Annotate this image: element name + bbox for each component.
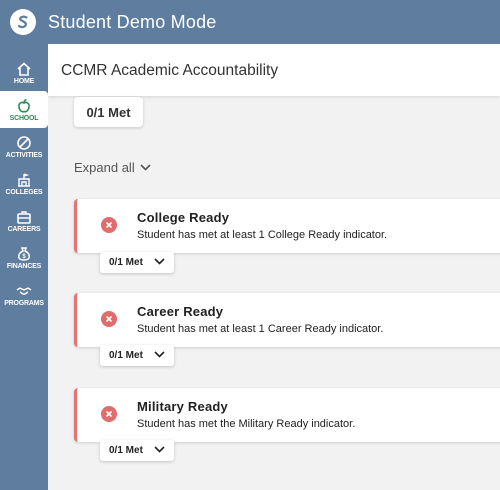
sidebar: HOME SCHOOL ACTIVITIES COLLEGES CAREERS … [0, 44, 48, 490]
sidebar-item-careers[interactable]: CAREERS [0, 202, 48, 239]
sidebar-item-label: COLLEGES [5, 188, 43, 196]
indicator-card-military-ready[interactable]: Military Ready Student has met the Milit… [74, 388, 500, 442]
apple-icon [18, 98, 30, 113]
app-title: Student Demo Mode [48, 11, 217, 32]
indicator-title: College Ready [137, 210, 230, 225]
expand-all-button[interactable]: Expand all [74, 160, 151, 175]
chevron-down-icon [154, 258, 165, 265]
not-met-icon [101, 406, 117, 422]
sidebar-item-label: CAREERS [7, 225, 41, 233]
indicator-card-career-ready[interactable]: Career Ready Student has met at least 1 … [74, 293, 500, 347]
not-met-icon [101, 217, 117, 233]
expand-all-label: Expand all [74, 160, 135, 175]
indicator-description: Student has met at least 1 Career Ready … [137, 323, 384, 335]
sidebar-item-label: FINANCES [6, 262, 42, 270]
met-count: 0/1 Met [109, 445, 143, 456]
indicator-met-dropdown[interactable]: 0/1 Met [100, 252, 174, 273]
indicator-description: Student has met the Military Ready indic… [137, 418, 356, 430]
app-logo-icon[interactable] [10, 9, 36, 35]
sidebar-item-label: HOME [13, 77, 35, 85]
colleges-icon [18, 172, 30, 187]
indicator-title: Career Ready [137, 304, 224, 319]
top-bar: Student Demo Mode [0, 0, 500, 44]
sidebar-item-label: PROGRAMS [4, 299, 44, 307]
indicator-description: Student has met at least 1 College Ready… [137, 229, 388, 241]
indicator-title: Military Ready [137, 399, 228, 414]
sidebar-item-home[interactable]: HOME [0, 54, 48, 91]
sidebar-item-finances[interactable]: $ FINANCES [0, 239, 48, 276]
sidebar-item-colleges[interactable]: COLLEGES [0, 165, 48, 202]
handshake-icon [16, 286, 32, 295]
main-content: CCMR Academic Accountability 0/1 Met Exp… [48, 44, 500, 490]
sidebar-item-programs[interactable]: PROGRAMS [0, 276, 48, 313]
met-count: 0/1 Met [109, 350, 143, 361]
met-count: 0/1 Met [109, 257, 143, 268]
briefcase-icon [17, 210, 31, 224]
not-met-icon [101, 311, 117, 327]
chevron-down-icon [154, 351, 165, 358]
chevron-down-icon [154, 446, 165, 453]
indicator-card-college-ready[interactable]: College Ready Student has met at least 1… [74, 199, 500, 253]
indicator-met-dropdown[interactable]: 0/1 Met [100, 345, 174, 366]
chevron-down-icon [140, 164, 151, 171]
page-header: CCMR Academic Accountability [48, 44, 500, 96]
sidebar-item-label: ACTIVITIES [5, 151, 43, 159]
sidebar-item-activities[interactable]: ACTIVITIES [0, 128, 48, 165]
sidebar-item-label: SCHOOL [9, 114, 39, 122]
home-icon [17, 61, 31, 76]
money-bag-icon: $ [18, 246, 30, 261]
sidebar-item-school[interactable]: SCHOOL [0, 91, 48, 128]
activities-icon [17, 135, 31, 150]
page-title: CCMR Academic Accountability [61, 62, 279, 79]
summary-met-badge: 0/1 Met [74, 97, 143, 127]
indicator-met-dropdown[interactable]: 0/1 Met [100, 440, 174, 461]
